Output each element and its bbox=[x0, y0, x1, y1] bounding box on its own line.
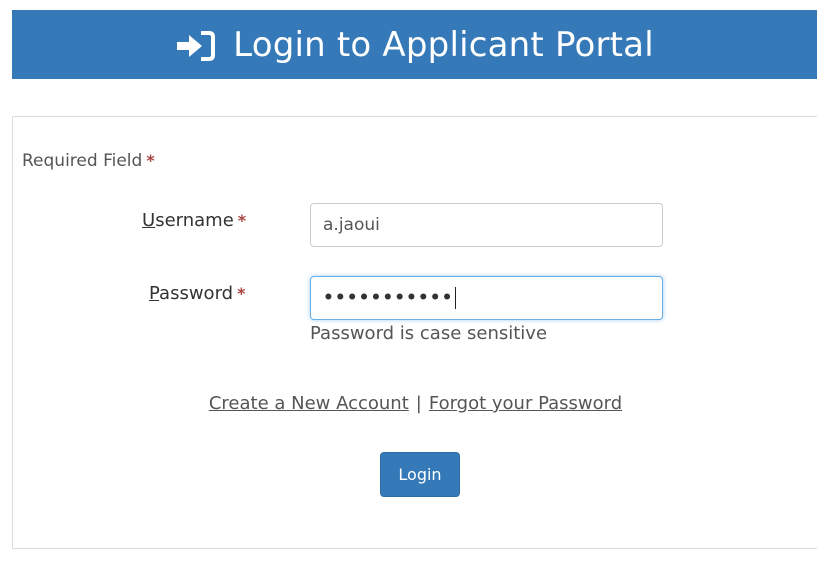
password-label-rest: assword bbox=[159, 283, 234, 304]
page-header: Login to Applicant Portal bbox=[12, 10, 817, 79]
password-input[interactable]: ••••••••••• bbox=[310, 276, 663, 320]
password-label-access-key: P bbox=[149, 283, 160, 304]
password-required-star: * bbox=[237, 284, 246, 303]
sign-in-icon bbox=[175, 30, 216, 62]
username-label-rest: sername bbox=[155, 210, 234, 231]
forgot-password-link[interactable]: Forgot your Password bbox=[429, 393, 622, 414]
text-cursor bbox=[454, 287, 456, 309]
username-label-access-key: U bbox=[142, 210, 156, 231]
username-input[interactable]: a.jaoui bbox=[310, 203, 663, 247]
create-account-link[interactable]: Create a New Account bbox=[209, 393, 409, 414]
username-label: Username * bbox=[142, 210, 246, 231]
required-field-text: Required Field bbox=[22, 151, 143, 171]
login-button[interactable]: Login bbox=[380, 452, 460, 497]
username-required-star: * bbox=[237, 211, 247, 230]
login-panel: Required Field * Username * a.jaoui Passwo… bbox=[12, 116, 817, 549]
required-field-note: Required Field * bbox=[22, 151, 155, 171]
password-help-text: Password is case sensitive bbox=[310, 323, 548, 344]
required-star: * bbox=[146, 151, 155, 170]
link-separator: | bbox=[415, 393, 422, 414]
password-masked-value: ••••••••••• bbox=[323, 288, 454, 308]
page-title: Login to Applicant Portal bbox=[233, 24, 654, 65]
username-value: a.jaoui bbox=[323, 215, 380, 235]
account-links: Create a New Account | Forgot your Passwor… bbox=[13, 393, 817, 414]
password-label: Password * bbox=[149, 283, 245, 304]
